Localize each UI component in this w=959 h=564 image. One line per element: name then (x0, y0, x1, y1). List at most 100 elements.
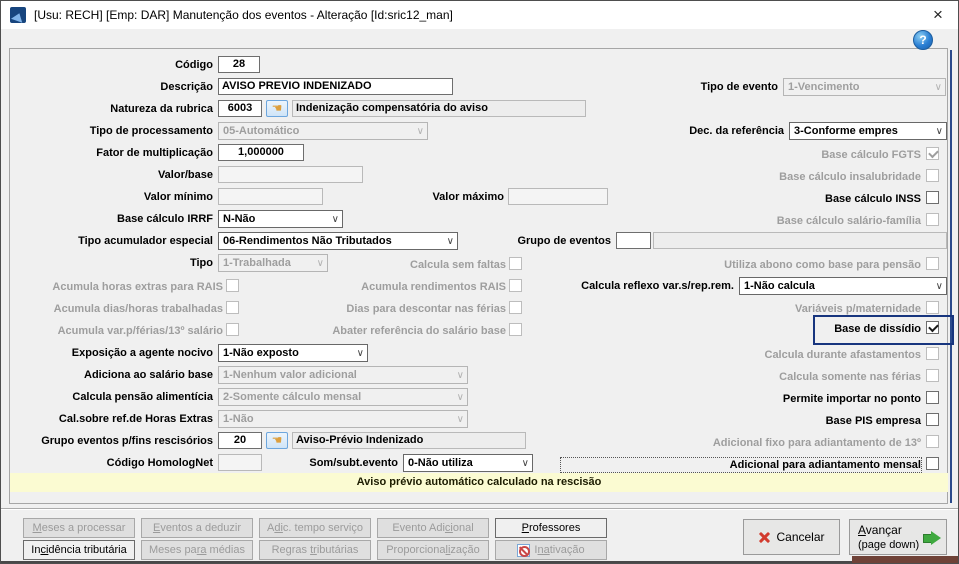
tipo-acumulador-label: Tipo acumulador especial (78, 235, 213, 247)
help-icon[interactable]: ? (913, 30, 933, 50)
calcula-reflexo-value: 1-Não calcula (744, 280, 815, 292)
tipo-processamento-label: Tipo de processamento (89, 125, 213, 137)
dialog-window: [Usu: RECH] [Emp: DAR] Manutenção dos ev… (0, 0, 959, 564)
close-icon[interactable]: × (918, 1, 958, 29)
tipo-label: Tipo (189, 257, 213, 269)
calcula-durante-label: Calcula durante afastamentos (764, 349, 922, 361)
chevron-down-icon: ∨ (356, 348, 364, 359)
acum-he-rais-label: Acumula horas extras para RAIS (52, 281, 223, 293)
valor-minimo-label: Valor mínimo (143, 191, 213, 203)
window-bottom-edge (1, 561, 958, 563)
base-dissidio-checkbox[interactable] (926, 321, 939, 334)
adiciona-salario-label: Adiciona ao salário base (84, 369, 213, 381)
tab-inativacao: Inativação (495, 540, 607, 560)
dec-referencia-select[interactable]: 3-Conforme empres ∨ (789, 122, 947, 140)
hand-lookup-icon: ☚ (271, 433, 283, 447)
base-dissidio-label: Base de dissídio (834, 323, 921, 335)
fator-input[interactable]: 1,000000 (218, 144, 304, 161)
base-pis-label: Base PIS empresa (825, 415, 921, 427)
advance-arrow-icon (931, 531, 941, 545)
acum-he-rais-checkbox (226, 279, 239, 292)
dias-descontar-checkbox (509, 301, 522, 314)
salario-familia-label: Base cálculo salário-família (776, 215, 921, 227)
tipo-processamento-value: 05-Automático (223, 125, 300, 137)
cal-he-label: Cal.sobre ref.de Horas Extras (58, 413, 213, 425)
dec-referencia-label: Dec. da referência (689, 125, 784, 137)
inss-checkbox[interactable] (926, 191, 939, 204)
inss-label: Base cálculo INSS (825, 193, 921, 205)
codigo-input[interactable]: 28 (218, 56, 260, 73)
chevron-down-icon: ∨ (416, 126, 424, 137)
chevron-down-icon: ∨ (456, 392, 464, 403)
status-message: Aviso prévio automático calculado na res… (10, 473, 948, 492)
exposicao-select[interactable]: 1-Não exposto ∨ (218, 344, 368, 362)
tipo-evento-value: 1-Vencimento (788, 81, 860, 93)
variaveis-maternidade-checkbox (926, 301, 939, 314)
advance-label: Avançar (858, 523, 902, 537)
acum-rend-rais-label: Acumula rendimentos RAIS (361, 281, 506, 293)
abater-referencia-checkbox (509, 323, 522, 336)
som-subt-label: Som/subt.evento (309, 457, 398, 469)
tab-evento-adicional: Evento Adicional (377, 518, 489, 538)
base-pis-checkbox[interactable] (926, 413, 939, 426)
base-irrf-select[interactable]: N-Não ∨ (218, 210, 343, 228)
advance-sublabel: (page down) (858, 539, 920, 551)
permite-importar-checkbox[interactable] (926, 391, 939, 404)
calcula-sem-faltas-checkbox (509, 257, 522, 270)
tab-incidencia-tributaria[interactable]: Incidência tributária (23, 540, 135, 560)
som-subt-select[interactable]: 0-Não utiliza ∨ (403, 454, 533, 472)
hand-lookup-icon: ☚ (271, 101, 283, 115)
natureza-lookup-button[interactable]: ☚ (266, 100, 288, 117)
pensao-label: Calcula pensão alimentícia (72, 391, 213, 403)
salario-familia-checkbox (926, 213, 939, 226)
right-accent-line (950, 50, 952, 503)
tipo-acumulador-value: 06-Rendimentos Não Tributados (223, 235, 392, 247)
utiliza-abono-checkbox (926, 257, 939, 270)
grupo-rescisorios-code-input[interactable]: 20 (218, 432, 262, 449)
cal-he-select: 1-Não ∨ (218, 410, 468, 428)
natureza-desc-field: Indenização compensatória do aviso (292, 100, 586, 117)
divider (1, 509, 958, 510)
descricao-input[interactable]: AVISO PREVIO INDENIZADO (218, 78, 453, 95)
insalubridade-label: Base cálculo insalubridade (779, 171, 921, 183)
permite-importar-label: Permite importar no ponto (782, 393, 921, 405)
pensao-value: 2-Somente cálculo mensal (223, 391, 362, 403)
fator-label: Fator de multiplicação (96, 147, 213, 159)
calcula-reflexo-select[interactable]: 1-Não calcula ∨ (739, 277, 947, 295)
valor-maximo-label: Valor máximo (432, 191, 504, 203)
app-icon (10, 7, 26, 23)
grupo-rescisorios-label: Grupo eventos p/fins rescisórios (41, 435, 213, 447)
chevron-down-icon: ∨ (456, 414, 464, 425)
insalubridade-checkbox (926, 169, 939, 182)
chevron-down-icon: ∨ (456, 370, 464, 381)
base-irrf-value: N-Não (223, 213, 256, 225)
natureza-label: Natureza da rubrica (110, 103, 213, 115)
adicional-mensal-checkbox[interactable] (926, 457, 939, 470)
cancel-label: Cancelar (776, 529, 825, 544)
grupo-rescisorios-lookup-button[interactable]: ☚ (266, 432, 288, 449)
grupo-eventos-input[interactable] (616, 232, 651, 249)
calcula-reflexo-label: Calcula reflexo var.s/rep.rem. (581, 280, 734, 292)
advance-button[interactable]: Avançar (page down) (849, 519, 947, 555)
calcula-durante-checkbox (926, 347, 939, 360)
codigo-label: Código (175, 59, 213, 71)
tipo-evento-select: 1-Vencimento ∨ (783, 78, 946, 96)
tab-professores[interactable]: Professores (495, 518, 607, 538)
tab-meses-a-processar: Meses a processar (23, 518, 135, 538)
title-bar: [Usu: RECH] [Emp: DAR] Manutenção dos ev… (1, 1, 958, 29)
adicional-fixo-label: Adicional fixo para adiantamento de 13º (712, 437, 921, 449)
abater-referencia-label: Abater referência do salário base (332, 325, 506, 337)
chevron-down-icon: ∨ (331, 214, 339, 225)
calcula-somente-checkbox (926, 369, 939, 382)
tab-proporcionalizacao: Proporcionalização (377, 540, 489, 560)
tipo-processamento-select: 05-Automático ∨ (218, 122, 428, 140)
chevron-down-icon: ∨ (935, 126, 943, 137)
natureza-code-input[interactable]: 6003 (218, 100, 262, 117)
exposicao-value: 1-Não exposto (223, 347, 299, 359)
acum-dias-checkbox (226, 301, 239, 314)
acum-dias-label: Acumula dias/horas trabalhadas (53, 303, 223, 315)
cancel-button[interactable]: Cancelar (743, 519, 840, 555)
advance-arrow-icon (924, 535, 931, 542)
cal-he-value: 1-Não (223, 413, 254, 425)
tab-adic-tempo-servico: Adic. tempo serviço (259, 518, 371, 538)
